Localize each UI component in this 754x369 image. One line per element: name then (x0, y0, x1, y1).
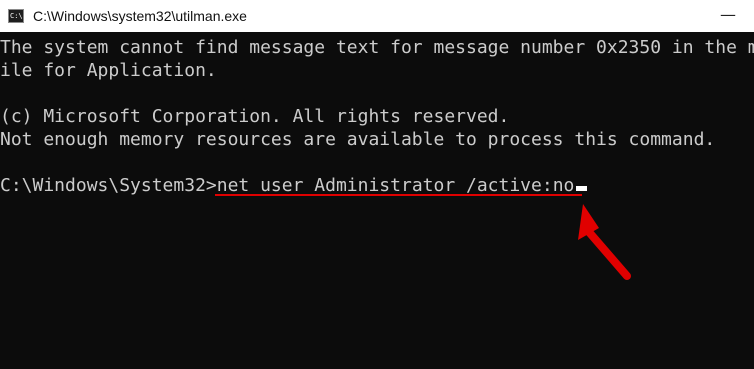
arrow-shaft (585, 228, 631, 280)
arrow-annotation-icon (578, 204, 631, 280)
